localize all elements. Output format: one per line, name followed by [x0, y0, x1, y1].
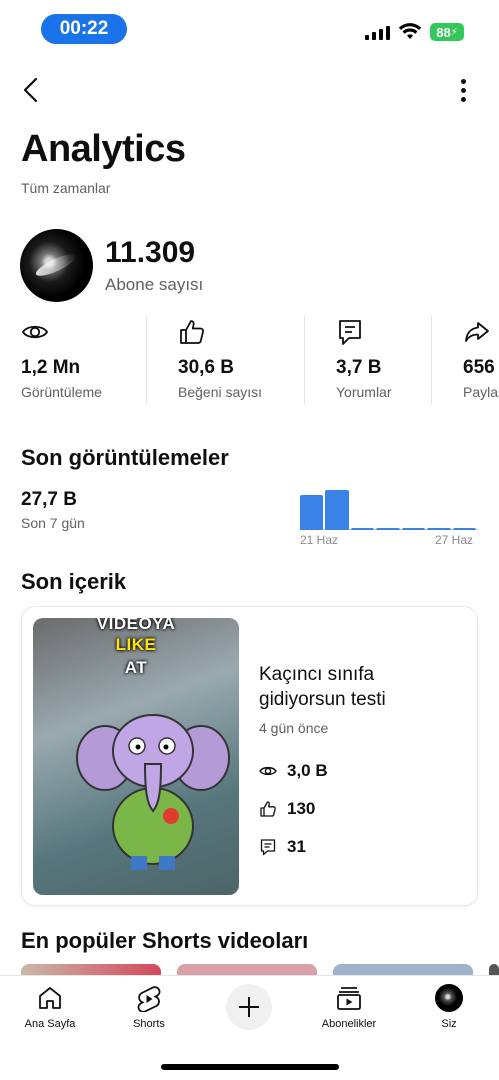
nav-home[interactable]: Ana Sayfa — [10, 984, 90, 1030]
eye-icon — [21, 325, 49, 339]
thumbs-up-icon — [260, 801, 276, 817]
subscriber-count: 11.309 — [105, 236, 196, 269]
recent-content-card[interactable]: VIDEOYA LIKE AT — [21, 606, 478, 906]
comment-icon — [260, 839, 276, 856]
create-button[interactable] — [226, 984, 272, 1030]
content-comments: 31 — [259, 836, 306, 858]
top-nav — [0, 70, 499, 110]
divider — [431, 316, 432, 404]
nav-label: Ana Sayfa — [24, 1018, 76, 1030]
stat-label: Beğeni sayısı — [178, 384, 263, 400]
battery-level: 88 — [436, 24, 451, 40]
chart-bar — [325, 490, 349, 530]
recent-views-value: 27,7 B — [21, 489, 77, 510]
status-time: 00:22 — [41, 14, 127, 44]
home-indicator — [161, 1064, 339, 1070]
stat-value: 656 — [463, 357, 495, 378]
bottom-nav: Ana Sayfa Shorts Abonelikler Siz — [0, 975, 499, 1045]
nav-label: Abonelikler — [321, 1018, 377, 1030]
chart-bar — [350, 528, 375, 530]
wifi-icon — [398, 23, 422, 39]
stat-label: Görüntüleme — [21, 384, 102, 400]
content-views: 3,0 B — [259, 760, 328, 782]
chart-bar — [300, 494, 324, 530]
nav-label: Shorts — [133, 1018, 165, 1030]
plus-icon — [239, 997, 259, 1017]
popular-shorts-heading: En popüler Shorts videoları — [21, 928, 309, 953]
nav-shorts[interactable]: Shorts — [109, 984, 189, 1030]
comment-icon — [339, 320, 361, 345]
more-options-icon[interactable] — [452, 76, 474, 104]
chart-bar — [452, 528, 476, 530]
stat-label: Yorumlar — [336, 384, 392, 400]
thumbnail-caption: AT — [124, 658, 148, 677]
thumbs-up-icon — [180, 320, 204, 344]
subscriber-label: Abone sayısı — [105, 275, 204, 294]
nav-label: Siz — [441, 1018, 457, 1030]
chart-x-start-label: 21 Haz — [300, 533, 339, 547]
cellular-signal-icon — [365, 24, 390, 40]
stat-label: Paylaşımlar — [463, 384, 499, 400]
profile-avatar-icon — [435, 984, 463, 1012]
back-arrow-icon[interactable] — [18, 74, 48, 106]
channel-avatar — [20, 229, 93, 302]
eye-icon — [259, 766, 277, 776]
status-bar: 00:22 88 ⚡ — [0, 0, 499, 50]
content-age: 4 gün önce — [259, 720, 329, 736]
stat-value: 3,7 B — [336, 357, 382, 378]
home-icon — [39, 987, 61, 1009]
nav-you[interactable]: Siz — [409, 984, 489, 1030]
video-thumbnail[interactable]: VIDEOYA LIKE AT — [33, 618, 239, 895]
divider — [146, 316, 147, 404]
recent-views-period: Son 7 gün — [21, 515, 85, 531]
recent-views-chart[interactable] — [300, 484, 478, 530]
recent-content-heading: Son içerik — [21, 569, 127, 594]
subscriptions-icon — [337, 987, 361, 1010]
content-likes-value: 130 — [287, 799, 316, 818]
shorts-icon — [137, 986, 161, 1012]
chart-bar — [427, 528, 451, 530]
page-title: Analytics — [21, 128, 186, 170]
battery-indicator: 88 ⚡ — [430, 23, 464, 41]
content-title[interactable]: Kaçıncı sınıfa gidiyorsun testi — [259, 662, 459, 712]
thumbnail-caption: LIKE — [115, 635, 157, 654]
divider — [304, 316, 305, 404]
stats-row: 1,2 Mn Görüntüleme 30,6 B Beğeni sayısı … — [0, 316, 499, 406]
stat-value: 30,6 B — [178, 357, 234, 378]
stat-value: 1,2 Mn — [21, 357, 81, 378]
content-comments-value: 31 — [287, 837, 306, 856]
chart-x-end-label: 27 Haz — [435, 533, 474, 547]
page-subtitle: Tüm zamanlar — [21, 180, 111, 196]
content-likes: 130 — [259, 798, 315, 820]
content-views-value: 3,0 B — [287, 761, 328, 780]
share-icon — [465, 322, 489, 342]
cartoon-elephant-image — [76, 714, 230, 870]
chart-bar — [376, 528, 400, 530]
nav-subscriptions[interactable]: Abonelikler — [309, 984, 389, 1030]
chart-bar — [401, 528, 426, 530]
stat-shares[interactable]: 656 Paylaşımlar — [463, 316, 499, 406]
recent-views-heading: Son görüntülemeler — [21, 445, 229, 470]
thumbnail-caption: VIDEOYA — [96, 618, 176, 633]
